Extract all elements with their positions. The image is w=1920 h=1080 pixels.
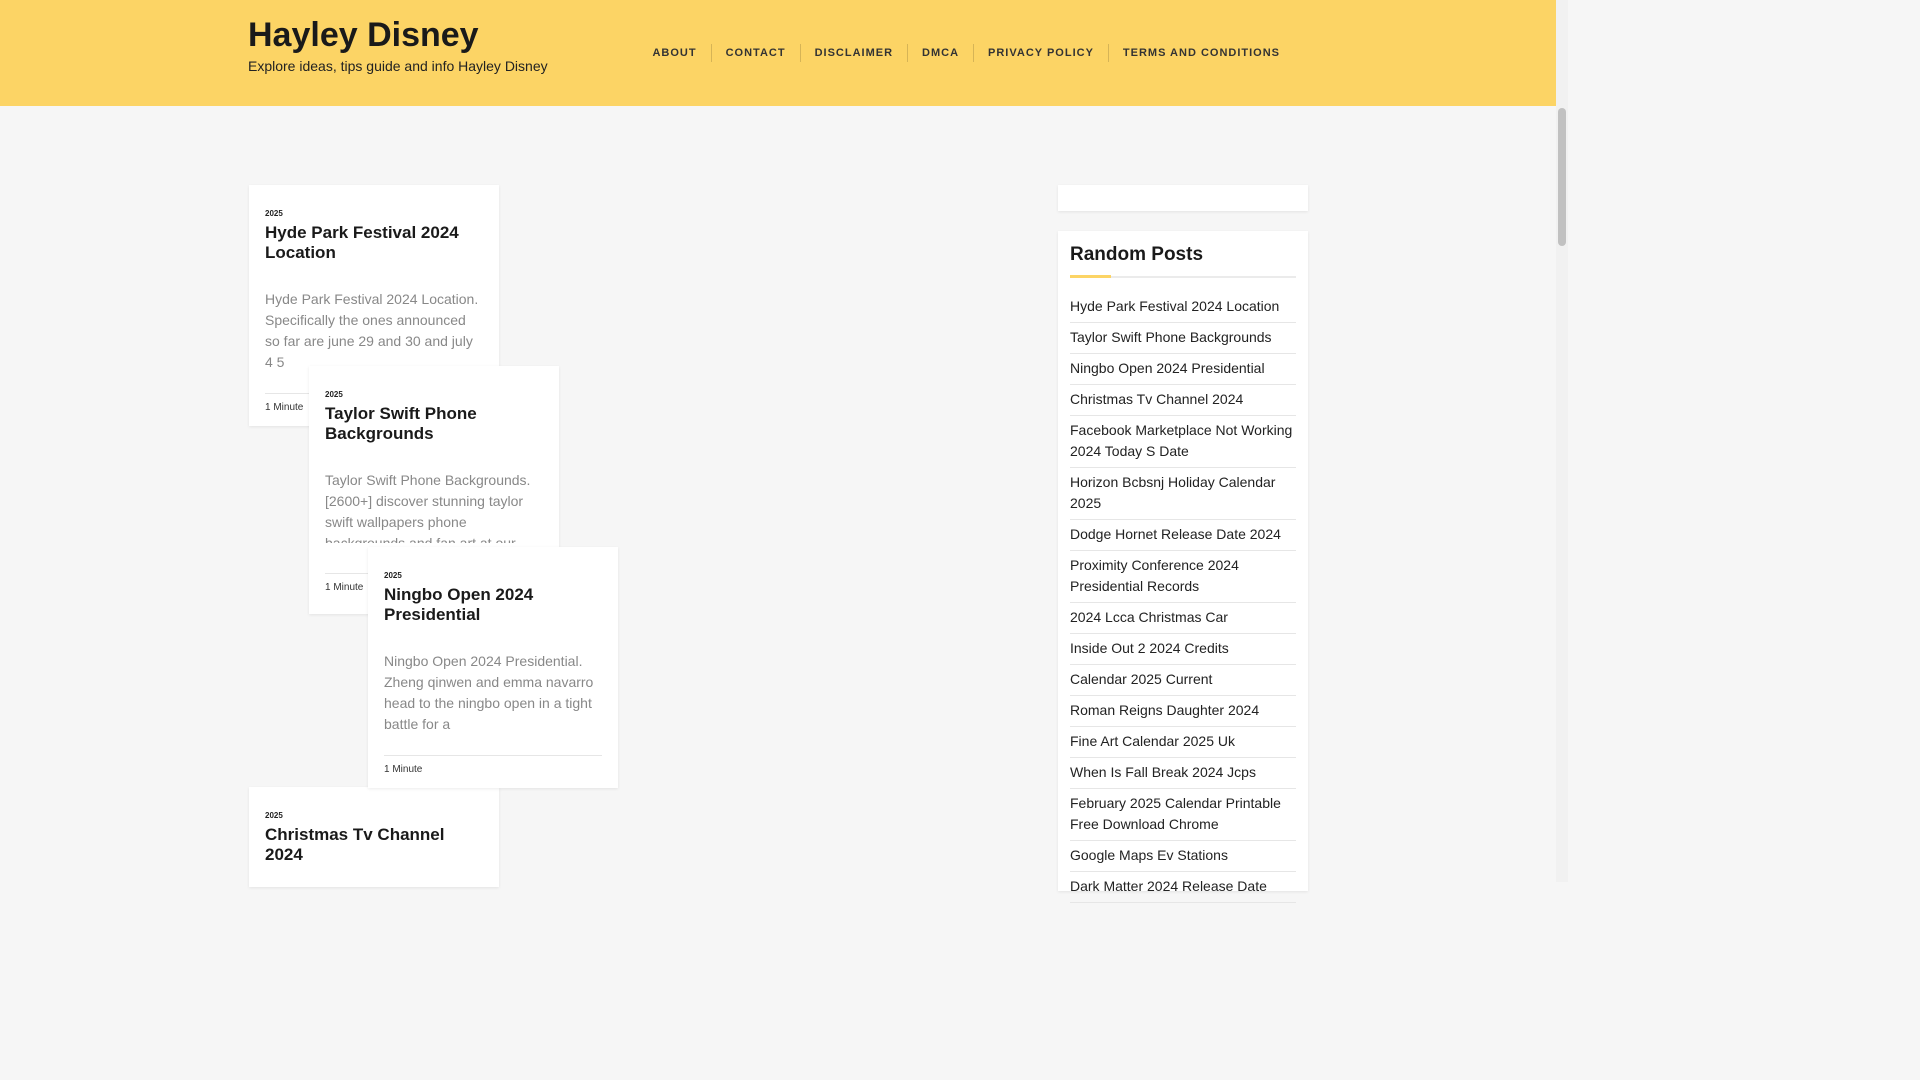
main-nav: ABOUT CONTACT DISCLAIMER DMCA PRIVACY PO…: [638, 44, 1294, 62]
site-title[interactable]: Hayley Disney: [248, 16, 479, 55]
nav-privacy-policy[interactable]: PRIVACY POLICY: [973, 44, 1108, 62]
site-header: Hayley Disney Explore ideas, tips guide …: [0, 0, 1556, 106]
random-post-link[interactable]: Ningbo Open 2024 Presidential: [1070, 354, 1296, 385]
post-card[interactable]: 2025 Ningbo Open 2024 Presidential Ningb…: [368, 547, 618, 788]
post-year[interactable]: 2025: [265, 209, 483, 218]
post-excerpt: Ningbo Open 2024 Presidential. Zheng qin…: [384, 653, 594, 732]
post-excerpt: Hyde Park Festival 2024 Location. Specif…: [265, 291, 479, 370]
random-post-link[interactable]: Christmas Tv Channel 2024: [1070, 385, 1296, 416]
post-year[interactable]: 2025: [384, 571, 602, 580]
random-post-link[interactable]: Dodge Hornet Release Date 2024: [1070, 520, 1296, 551]
random-post-link[interactable]: Facebook Marketplace Not Working 2024 To…: [1070, 416, 1296, 468]
random-post-link[interactable]: Hyde Park Festival 2024 Location: [1070, 292, 1296, 323]
nav-contact[interactable]: CONTACT: [710, 44, 800, 62]
post-read-time: 1 Minute: [384, 755, 602, 788]
random-post-link[interactable]: When Is Fall Break 2024 Jcps: [1070, 758, 1296, 789]
sidebar-empty-widget: [1058, 185, 1308, 211]
post-year[interactable]: 2025: [325, 390, 543, 399]
nav-disclaimer[interactable]: DISCLAIMER: [799, 44, 907, 62]
post-title[interactable]: Ningbo Open 2024 Presidential: [384, 585, 602, 625]
site-tagline: Explore ideas, tips guide and info Hayle…: [248, 58, 548, 74]
post-card[interactable]: 2025 Christmas Tv Channel 2024: [249, 787, 499, 887]
post-title[interactable]: Christmas Tv Channel 2024: [265, 825, 483, 865]
random-post-link[interactable]: Calendar 2025 Current: [1070, 665, 1296, 696]
post-year[interactable]: 2025: [265, 811, 483, 820]
scrollbar-thumb[interactable]: [1558, 108, 1566, 246]
random-post-link[interactable]: Fine Art Calendar 2025 Uk: [1070, 727, 1296, 758]
random-post-link[interactable]: Roman Reigns Daughter 2024: [1070, 696, 1296, 727]
post-title[interactable]: Hyde Park Festival 2024 Location: [265, 223, 483, 263]
page-scrollbar[interactable]: [1556, 0, 1568, 882]
post-excerpt: Taylor Swift Phone Backgrounds. [2600+] …: [325, 472, 531, 543]
random-post-link[interactable]: Horizon Bcbsnj Holiday Calendar 2025: [1070, 468, 1296, 520]
random-post-link[interactable]: February 2025 Calendar Printable Free Do…: [1070, 789, 1296, 841]
random-post-link[interactable]: Taylor Swift Phone Backgrounds: [1070, 323, 1296, 354]
random-posts-list: Hyde Park Festival 2024 Location Taylor …: [1070, 292, 1296, 903]
random-post-link[interactable]: Inside Out 2 2024 Credits: [1070, 634, 1296, 665]
widget-title: Random Posts: [1070, 244, 1296, 278]
random-post-link[interactable]: 2024 Lcca Christmas Car: [1070, 603, 1296, 634]
random-post-link[interactable]: Dark Matter 2024 Release Date: [1070, 872, 1296, 903]
random-posts-widget: Random Posts Hyde Park Festival 2024 Loc…: [1058, 231, 1308, 903]
nav-terms-and-conditions[interactable]: TERMS AND CONDITIONS: [1107, 44, 1294, 62]
nav-about[interactable]: ABOUT: [638, 44, 710, 62]
random-post-link[interactable]: Proximity Conference 2024 Presidential R…: [1070, 551, 1296, 603]
random-post-link[interactable]: Google Maps Ev Stations: [1070, 841, 1296, 872]
post-title[interactable]: Taylor Swift Phone Backgrounds: [325, 404, 543, 444]
nav-dmca[interactable]: DMCA: [907, 44, 973, 62]
